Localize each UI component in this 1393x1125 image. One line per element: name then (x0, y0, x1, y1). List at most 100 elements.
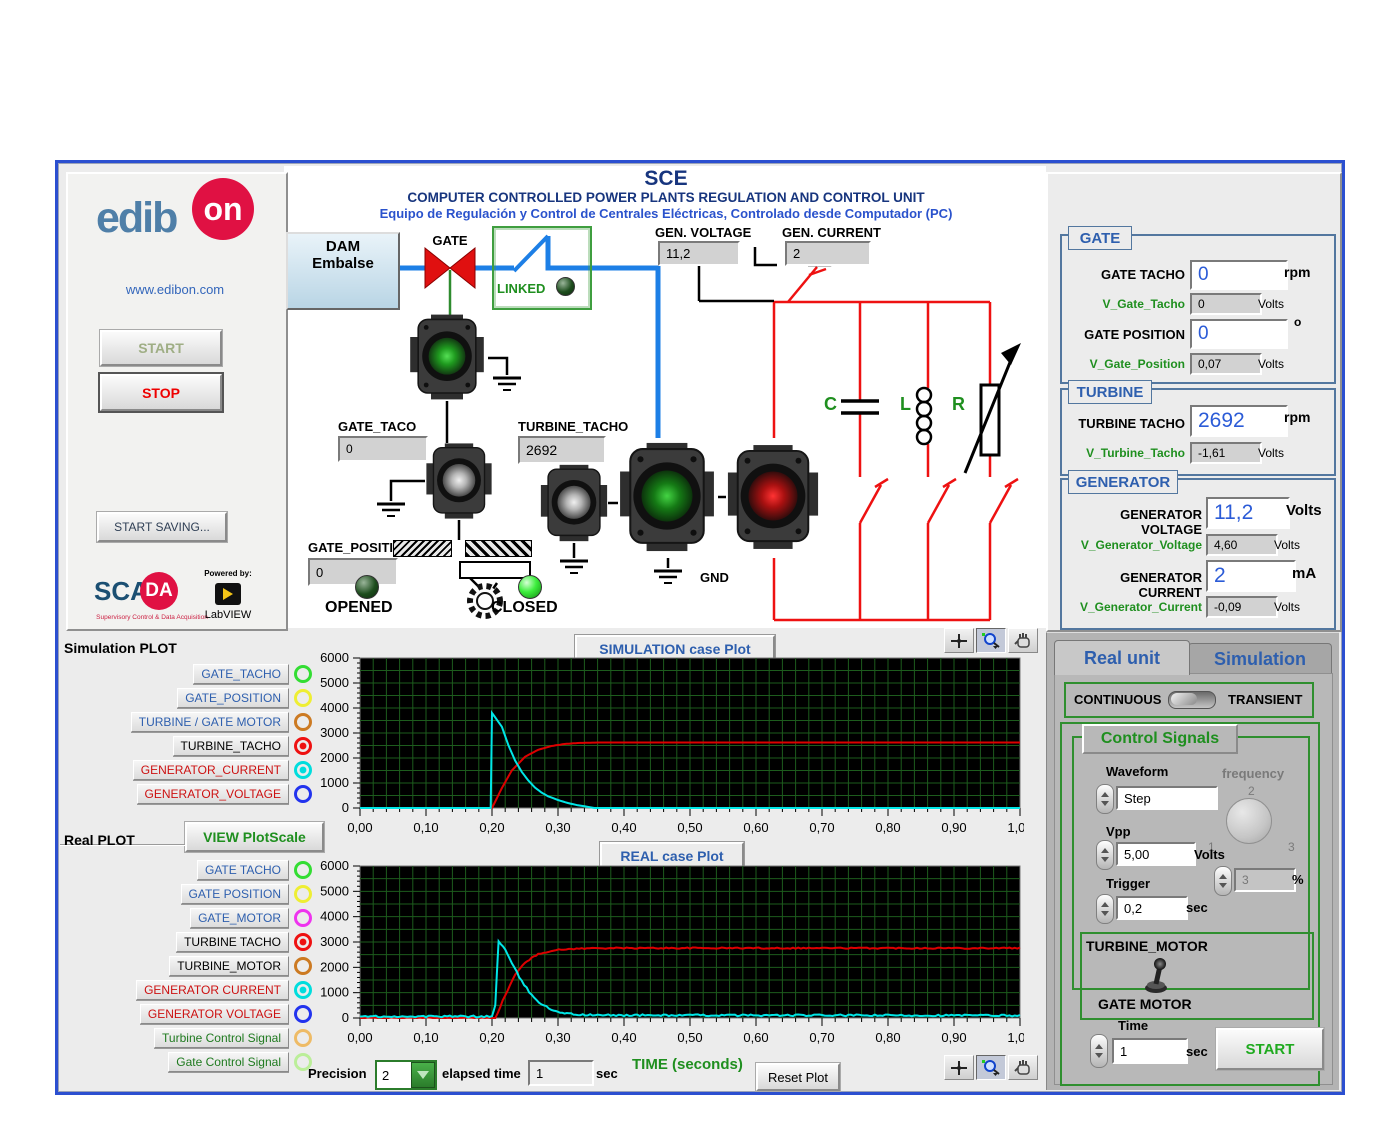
mode-toggle[interactable] (1168, 691, 1216, 709)
legend-button[interactable]: Turbine Control Signal (154, 1028, 289, 1048)
precision-dropdown[interactable]: 2 (375, 1060, 437, 1090)
frequency-right-tick: 3 (1288, 840, 1295, 854)
svg-text:0,10: 0,10 (413, 820, 438, 835)
plot-color-ring-icon[interactable] (294, 761, 312, 779)
generator-voltage-field[interactable]: 11,2 (1206, 497, 1290, 529)
edibon-logo-circle: on (192, 178, 254, 240)
v-generator-voltage-label: V_Generator_Voltage (1058, 538, 1202, 552)
simulation-chart[interactable]: 0,000,100,200,300,400,500,600,700,800,90… (312, 650, 1024, 842)
generator-current-unit: mA (1292, 565, 1316, 582)
legend-button[interactable]: TURBINE TACHO (176, 932, 289, 952)
plot-color-ring-icon[interactable] (294, 1005, 312, 1023)
tab-real-unit[interactable]: Real unit (1054, 640, 1190, 675)
cursor-tool-icon[interactable] (944, 1055, 974, 1080)
plot-color-ring-icon[interactable] (294, 861, 312, 879)
waveform-stepper[interactable] (1096, 784, 1114, 814)
powered-by-label: Powered by: (204, 569, 252, 578)
legend-item: TURBINE TACHO (60, 930, 312, 954)
v-generator-current-display: -0,09 (1206, 596, 1278, 618)
trigger-stepper[interactable] (1096, 894, 1114, 924)
closed-label: CLOSED (491, 599, 558, 617)
control-signals-title: Control Signals (1082, 724, 1238, 754)
vpp-stepper[interactable] (1096, 840, 1114, 870)
elapsed-time-unit: sec (596, 1066, 618, 1081)
gate-tacho-field[interactable]: 0 (1190, 260, 1288, 290)
v-gate-position-unit: Volts (1258, 357, 1284, 371)
gate-position-field[interactable]: 0 (1190, 319, 1288, 349)
dropdown-arrow-icon[interactable] (411, 1062, 435, 1088)
legend-button[interactable]: GATE_POSITION (177, 688, 289, 708)
turbine-tacho-motor-icon (538, 463, 610, 543)
legend-button[interactable]: GENERATOR VOLTAGE (140, 1004, 289, 1024)
legend-button[interactable]: GENERATOR CURRENT (136, 980, 289, 1000)
v-generator-current-unit: Volts (1274, 600, 1300, 614)
svg-text:0: 0 (342, 800, 349, 815)
plot-color-ring-icon[interactable] (294, 1029, 312, 1047)
frequency-field[interactable]: 3 (1234, 868, 1296, 892)
plot-color-ring-icon[interactable] (294, 665, 312, 683)
generator-motor-icon (724, 436, 822, 558)
legend-item: GATE_TACHO (60, 662, 312, 686)
svg-text:1,00: 1,00 (1007, 1030, 1024, 1045)
generator-current-field[interactable]: 2 (1206, 560, 1296, 592)
waveform-field[interactable]: Step (1116, 786, 1218, 810)
tab-simulation[interactable]: Simulation (1188, 643, 1332, 675)
real-plot-header: Real PLOT (64, 832, 135, 848)
legend-button[interactable]: GATE_MOTOR (190, 908, 289, 928)
page-title-code: SCE (285, 167, 1047, 191)
legend-button[interactable]: GATE POSITION (181, 884, 289, 904)
time-stepper[interactable] (1090, 1034, 1108, 1068)
plot-color-ring-icon[interactable] (294, 785, 312, 803)
v-gate-tacho-display: 0 (1190, 293, 1262, 315)
svg-text:2000: 2000 (320, 750, 349, 765)
legend-button[interactable]: GATE TACHO (197, 860, 289, 880)
reset-plot-button[interactable]: Reset Plot (756, 1063, 840, 1091)
svg-text:0,50: 0,50 (677, 820, 702, 835)
gate-group-title: GATE (1068, 226, 1132, 250)
plot-color-ring-icon[interactable] (294, 713, 312, 731)
view-plotscale-button[interactable]: VIEW PlotScale (185, 822, 324, 852)
gate-position-display: 0 (308, 558, 398, 586)
zoom-tool-icon[interactable] (976, 1055, 1006, 1080)
legend-button[interactable]: TURBINE_MOTOR (169, 956, 289, 976)
plot-color-ring-icon[interactable] (294, 909, 312, 927)
generator-voltage-label: GENERATOR VOLTAGE (1058, 507, 1202, 537)
plot-color-ring-icon[interactable] (294, 885, 312, 903)
legend-button[interactable]: GENERATOR_CURRENT (133, 760, 289, 780)
frequency-knob[interactable] (1226, 798, 1272, 844)
v-gate-tacho-unit: Volts (1258, 297, 1284, 311)
real-chart[interactable]: 0,000,100,200,300,400,500,600,700,800,90… (312, 858, 1024, 1058)
legend-button[interactable]: GENERATOR_VOLTAGE (137, 784, 289, 804)
plot-color-ring-icon[interactable] (294, 737, 312, 755)
trigger-field[interactable]: 0,2 (1116, 896, 1188, 920)
vpp-field[interactable]: 5,00 (1116, 842, 1196, 866)
vpp-unit: Volts (1194, 847, 1225, 862)
legend-button[interactable]: Gate Control Signal (168, 1052, 289, 1072)
pan-tool-icon[interactable] (1008, 1055, 1038, 1080)
fixed-mount-hatch (393, 540, 452, 557)
legend-button[interactable]: TURBINE / GATE MOTOR (131, 712, 289, 732)
continuous-label: CONTINUOUS (1074, 692, 1161, 707)
stop-button[interactable]: STOP (100, 374, 222, 411)
start-button[interactable]: START (100, 330, 222, 366)
capacitor-icon (841, 401, 879, 413)
v-turbine-tacho-label: V_Turbine_Tacho (1068, 446, 1185, 460)
plot-color-ring-icon[interactable] (294, 981, 312, 999)
turbine-tacho-field[interactable]: 2692 (1190, 405, 1288, 437)
turbine-motor-toggle[interactable] (1138, 954, 1174, 994)
plot-color-ring-icon[interactable] (294, 933, 312, 951)
gate-motor-start-button[interactable]: START (1216, 1028, 1324, 1070)
start-saving-button[interactable]: START SAVING... (97, 512, 227, 542)
legend-button[interactable]: GATE_TACHO (193, 664, 289, 684)
plot-color-ring-icon[interactable] (294, 957, 312, 975)
svg-text:3000: 3000 (320, 725, 349, 740)
legend-button[interactable]: TURBINE_TACHO (173, 736, 289, 756)
frequency-stepper[interactable] (1214, 866, 1232, 896)
legend-item: GATE TACHO (60, 858, 312, 882)
svg-text:0,30: 0,30 (545, 820, 570, 835)
legend-item: GENERATOR VOLTAGE (60, 1002, 312, 1026)
plot-color-ring-icon[interactable] (294, 689, 312, 707)
gate-position-unit: o (1294, 315, 1301, 329)
generator-group-title: GENERATOR (1068, 470, 1178, 494)
time-field[interactable]: 1 (1112, 1038, 1188, 1064)
